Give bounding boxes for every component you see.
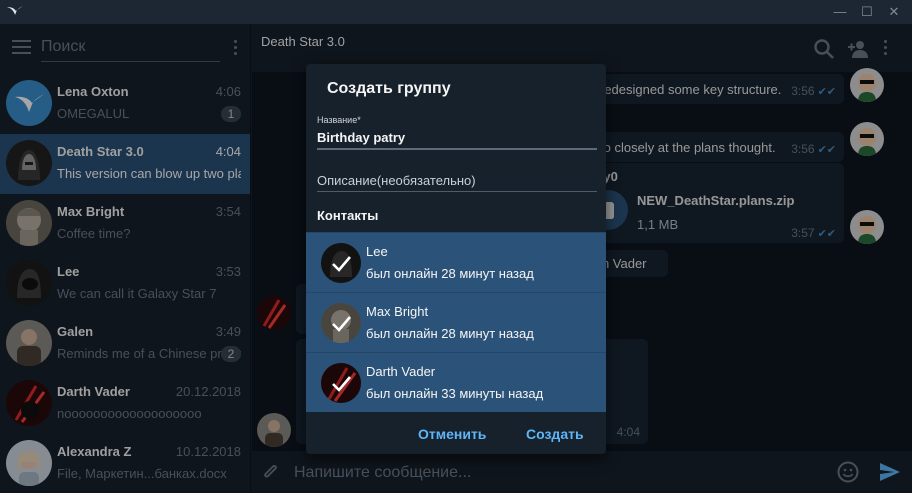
dialog-title: Создать группу: [327, 80, 451, 97]
description-underline: [317, 191, 597, 192]
minimize-button[interactable]: —: [829, 2, 851, 22]
selected-check-icon: [321, 303, 361, 343]
contact-item-darth-vader[interactable]: Darth Vader был онлайн 33 минуты назад: [306, 352, 606, 412]
contact-item-max-bright[interactable]: Max Bright был онлайн 28 минут назад: [306, 292, 606, 352]
contact-name: Darth Vader: [366, 364, 436, 379]
contact-item-lee[interactable]: Lee был онлайн 28 минут назад: [306, 232, 606, 292]
description-input[interactable]: Описание(необязательно): [317, 173, 476, 188]
create-button[interactable]: Создать: [526, 426, 584, 442]
group-name-label: Название*: [317, 115, 361, 125]
selected-check-icon: [321, 363, 361, 403]
title-bar: — ☐ ✕: [0, 0, 912, 24]
contact-status: был онлайн 33 минуты назад: [366, 386, 544, 401]
contact-status: был онлайн 28 минут назад: [366, 326, 534, 341]
cancel-button[interactable]: Отменить: [418, 426, 486, 442]
close-button[interactable]: ✕: [883, 2, 905, 22]
group-name-input[interactable]: Birthday patry: [317, 130, 405, 145]
create-group-dialog: Создать группу Название* Birthday patry …: [306, 64, 606, 454]
selected-check-icon: [321, 243, 361, 283]
group-name-underline: [317, 148, 597, 150]
contact-name: Lee: [366, 244, 388, 259]
contact-status: был онлайн 28 минут назад: [366, 266, 534, 281]
contacts-heading: Контакты: [317, 208, 379, 223]
maximize-button[interactable]: ☐: [856, 2, 878, 22]
contact-name: Max Bright: [366, 304, 429, 319]
app-logo-icon: [7, 6, 23, 15]
